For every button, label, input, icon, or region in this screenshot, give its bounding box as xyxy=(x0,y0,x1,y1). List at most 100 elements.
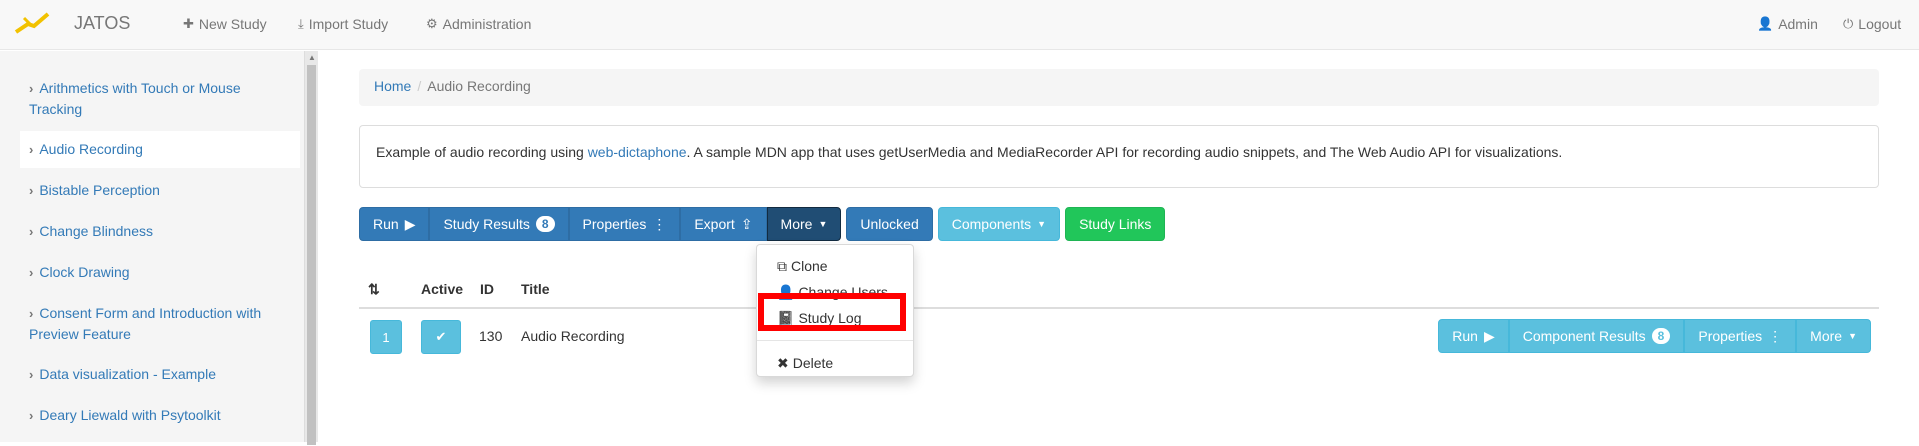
clone-label: Clone xyxy=(791,258,828,274)
table-row: 1 ✔ 130 Audio Recording Run ▶ Component … xyxy=(359,311,1879,359)
properties-label: Properties xyxy=(582,216,647,232)
administration-label: Administration xyxy=(442,16,532,32)
sidebar-item[interactable]: › Bistable Perception xyxy=(20,180,300,201)
caret-down-icon: ▼ xyxy=(1848,331,1857,341)
vertical-ellipsis-icon: ⋮ xyxy=(1768,327,1783,344)
admin-user-link[interactable]: 👤 Admin xyxy=(1757,16,1818,32)
study-list: › Arithmetics with Touch or Mouse Trackin… xyxy=(20,78,300,446)
sidebar-item-active[interactable]: › Audio Recording xyxy=(20,131,300,168)
component-actions: Run ▶ Component Results 8 Properties ⋮ M… xyxy=(1438,319,1871,353)
menu-item-delete[interactable]: ✖ Delete xyxy=(757,350,913,376)
vertical-ellipsis-icon: ⋮ xyxy=(652,215,667,232)
component-title: Audio Recording xyxy=(521,328,625,344)
jatos-logo-icon xyxy=(14,12,50,34)
sidebar-item-label: Data visualization - Example xyxy=(39,366,216,382)
study-results-button[interactable]: Study Results 8 xyxy=(429,207,569,241)
export-label: Export xyxy=(694,216,735,232)
scroll-up-arrow-icon[interactable]: ▲ xyxy=(308,53,316,62)
user-icon: 👤 xyxy=(1757,16,1774,31)
power-icon: ⏻ xyxy=(1843,16,1854,31)
breadcrumb-home[interactable]: Home xyxy=(374,78,411,94)
active-toggle[interactable]: ✔ xyxy=(421,320,461,354)
brand[interactable]: JATOS xyxy=(14,12,130,34)
component-run-label: Run xyxy=(1452,328,1478,344)
export-button[interactable]: Export ⇪ xyxy=(680,207,767,241)
study-links-button[interactable]: Study Links xyxy=(1065,207,1166,241)
chevron-right-icon: › xyxy=(29,265,34,280)
new-study-link[interactable]: ✚ New Study xyxy=(183,16,267,32)
chevron-right-icon: › xyxy=(29,142,34,157)
component-run-button[interactable]: Run ▶ xyxy=(1438,319,1509,353)
sidebar-item[interactable]: › Change Blindness xyxy=(20,221,300,242)
gear-icon: ⚙ xyxy=(426,16,438,31)
play-icon: ▶ xyxy=(1483,327,1495,344)
sidebar-item-label: Deary Liewald with Psytoolkit xyxy=(39,407,221,423)
component-more-button[interactable]: More ▼ xyxy=(1796,319,1871,353)
import-study-link[interactable]: ⤓ Import Study xyxy=(298,16,388,32)
study-button-group: Run ▶ Study Results 8 Properties ⋮ Expor… xyxy=(359,207,842,241)
sort-icon[interactable]: ⇅ xyxy=(368,281,380,298)
run-button[interactable]: Run ▶ xyxy=(359,207,430,241)
position-button[interactable]: 1 xyxy=(370,320,402,354)
component-results-button[interactable]: Component Results 8 xyxy=(1508,319,1685,353)
component-more-label: More xyxy=(1810,328,1843,344)
play-icon: ▶ xyxy=(404,215,416,232)
study-links-label: Study Links xyxy=(1079,216,1152,232)
component-properties-button[interactable]: Properties ⋮ xyxy=(1684,319,1797,353)
components-dropdown-button[interactable]: Components ▼ xyxy=(937,207,1061,241)
sidebar-item[interactable]: › Clock Drawing xyxy=(20,262,300,283)
chevron-right-icon: › xyxy=(29,224,34,239)
sidebar-item-label: Bistable Perception xyxy=(39,182,160,198)
admin-label: Admin xyxy=(1778,16,1818,32)
delete-label: Delete xyxy=(792,355,834,371)
description-text-rest: . A sample MDN app that uses getUserMedi… xyxy=(686,144,1563,160)
sidebar-item[interactable]: › Arithmetics with Touch or Mouse Trackin… xyxy=(20,78,300,119)
run-label: Run xyxy=(373,216,399,232)
caret-down-icon: ▼ xyxy=(1037,219,1047,229)
sidebar-item-label: Audio Recording xyxy=(39,141,143,157)
new-study-label: New Study xyxy=(198,16,267,32)
brand-name: JATOS xyxy=(74,12,131,33)
administration-link[interactable]: ⚙ Administration xyxy=(426,16,531,32)
more-dropdown-button[interactable]: More ▼ xyxy=(766,207,842,241)
study-description: Example of audio recording using web-dic… xyxy=(359,125,1879,188)
header-id: ID xyxy=(480,281,494,297)
component-results-count-badge: 8 xyxy=(1651,328,1671,344)
chevron-right-icon: › xyxy=(29,408,34,423)
import-icon: ⤓ xyxy=(298,16,304,31)
sidebar-item[interactable]: › Consent Form and Introduction with Prev… xyxy=(20,303,300,344)
menu-item-clone[interactable]: ⧉ Clone xyxy=(757,253,913,279)
top-navbar: JATOS ✚ New Study ⤓ Import Study ⚙ Admin… xyxy=(0,0,1919,50)
sidebar-item-label: Change Blindness xyxy=(39,223,153,239)
web-dictaphone-link[interactable]: web-dictaphone xyxy=(588,144,687,160)
header-title: Title xyxy=(521,281,550,297)
plus-icon: ✚ xyxy=(183,16,194,31)
properties-button[interactable]: Properties ⋮ xyxy=(568,207,681,241)
header-active: Active xyxy=(421,281,464,297)
sidebar-item[interactable]: › Deary Liewald with Psytoolkit xyxy=(20,405,300,426)
chevron-right-icon: › xyxy=(29,306,34,321)
logout-label: Logout xyxy=(1858,16,1902,32)
sidebar-item[interactable]: › Data visualization - Example xyxy=(20,364,300,385)
study-results-label: Study Results xyxy=(443,216,530,232)
unlocked-label: Unlocked xyxy=(860,216,919,232)
unlocked-button[interactable]: Unlocked xyxy=(846,207,933,241)
chevron-right-icon: › xyxy=(29,81,34,96)
close-icon: ✖ xyxy=(777,354,789,371)
component-id: 130 xyxy=(479,328,503,344)
study-results-count-badge: 8 xyxy=(535,216,555,232)
breadcrumb-current: Audio Recording xyxy=(427,78,531,94)
component-results-label: Component Results xyxy=(1522,328,1646,344)
components-label: Components xyxy=(951,216,1032,232)
chevron-right-icon: › xyxy=(29,367,34,382)
export-icon: ⇪ xyxy=(740,215,753,232)
breadcrumb: Home / Audio Recording xyxy=(359,69,1879,106)
sidebar-scrollbar[interactable]: ▲ xyxy=(304,51,318,445)
import-study-label: Import Study xyxy=(308,16,389,32)
more-label: More xyxy=(780,216,813,232)
chevron-right-icon: › xyxy=(29,183,34,198)
scroll-thumb[interactable] xyxy=(307,65,316,445)
logout-link[interactable]: ⏻ Logout xyxy=(1843,16,1901,32)
breadcrumb-separator: / xyxy=(417,78,422,94)
description-text: Example of audio recording using xyxy=(376,144,588,160)
